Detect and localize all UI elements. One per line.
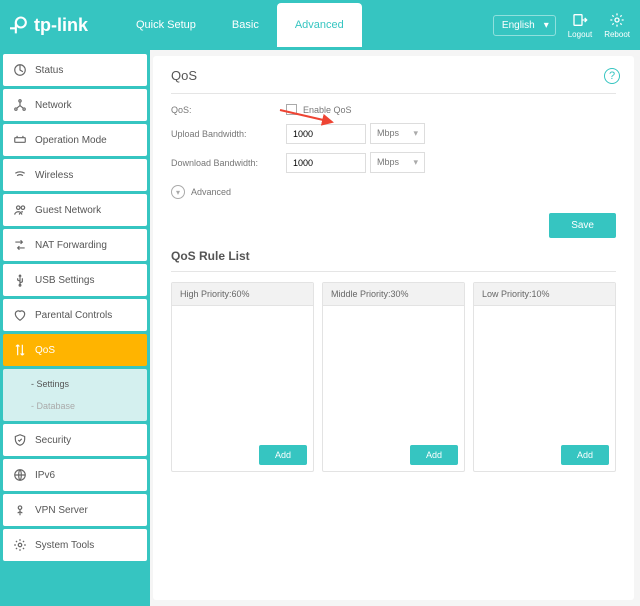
rule-columns: High Priority:60% Add Middle Priority:30… bbox=[171, 282, 616, 472]
parental-icon bbox=[13, 308, 27, 322]
sidebar-item-parental-controls[interactable]: Parental Controls bbox=[3, 299, 147, 331]
brand-logo: tp-link bbox=[10, 15, 88, 36]
sidebar-item-ipv6[interactable]: IPv6 bbox=[3, 459, 147, 491]
sidebar-subitems: - Settings - Database bbox=[3, 369, 147, 421]
qos-label: QoS: bbox=[171, 105, 286, 115]
tab-basic[interactable]: Basic bbox=[214, 3, 277, 47]
sidebar-subitem-database[interactable]: - Database bbox=[3, 395, 147, 417]
brand-text: tp-link bbox=[34, 15, 88, 36]
tab-advanced[interactable]: Advanced bbox=[277, 3, 362, 47]
network-icon bbox=[13, 98, 27, 112]
sidebar-item-system-tools[interactable]: System Tools bbox=[3, 529, 147, 561]
sidebar-item-status[interactable]: Status bbox=[3, 54, 147, 86]
language-select[interactable]: English bbox=[493, 15, 556, 36]
sidebar-item-security[interactable]: Security bbox=[3, 424, 147, 456]
upload-label: Upload Bandwidth: bbox=[171, 129, 286, 139]
header-right: English Logout Reboot bbox=[493, 12, 630, 39]
rule-body-high bbox=[172, 306, 313, 439]
advanced-toggle[interactable]: ▾ Advanced bbox=[171, 185, 616, 199]
header: tp-link Quick Setup Basic Advanced Engli… bbox=[0, 0, 640, 50]
sidebar-item-nat-forwarding[interactable]: NAT Forwarding bbox=[3, 229, 147, 261]
sidebar-item-network[interactable]: Network bbox=[3, 89, 147, 121]
rule-head-high: High Priority:60% bbox=[172, 283, 313, 306]
help-icon[interactable]: ? bbox=[604, 68, 620, 84]
sidebar: Status Network Operation Mode Wireless G… bbox=[0, 50, 150, 606]
sidebar-subitem-settings[interactable]: - Settings bbox=[3, 373, 147, 395]
annotation-arrow bbox=[278, 106, 338, 126]
sidebar-item-usb-settings[interactable]: USB Settings bbox=[3, 264, 147, 296]
divider bbox=[171, 93, 616, 94]
sidebar-item-qos[interactable]: QoS bbox=[3, 334, 147, 366]
upload-bandwidth-input[interactable] bbox=[286, 124, 366, 144]
reboot-icon bbox=[609, 12, 625, 28]
nav-tabs: Quick Setup Basic Advanced bbox=[118, 3, 362, 47]
tplink-logo-icon bbox=[10, 15, 30, 35]
download-bandwidth-input[interactable] bbox=[286, 153, 366, 173]
guest-icon bbox=[13, 203, 27, 217]
nat-icon bbox=[13, 238, 27, 252]
wireless-icon bbox=[13, 168, 27, 182]
system-icon bbox=[13, 538, 27, 552]
rule-body-middle bbox=[323, 306, 464, 439]
rule-list-title: QoS Rule List bbox=[171, 249, 616, 263]
rule-col-middle: Middle Priority:30% Add bbox=[322, 282, 465, 472]
rule-head-middle: Middle Priority:30% bbox=[323, 283, 464, 306]
rule-head-low: Low Priority:10% bbox=[474, 283, 615, 306]
download-unit-select[interactable]: Mbps bbox=[370, 152, 425, 173]
usb-icon bbox=[13, 273, 27, 287]
rule-col-low: Low Priority:10% Add bbox=[473, 282, 616, 472]
sidebar-item-wireless[interactable]: Wireless bbox=[3, 159, 147, 191]
tab-quick-setup[interactable]: Quick Setup bbox=[118, 3, 214, 47]
download-label: Download Bandwidth: bbox=[171, 158, 286, 168]
save-button[interactable]: Save bbox=[549, 213, 616, 238]
reboot-button[interactable]: Reboot bbox=[604, 12, 630, 39]
divider bbox=[171, 271, 616, 272]
sidebar-item-guest-network[interactable]: Guest Network bbox=[3, 194, 147, 226]
page-title: QoS bbox=[171, 68, 616, 83]
opmode-icon bbox=[13, 133, 27, 147]
vpn-icon bbox=[13, 503, 27, 517]
rule-body-low bbox=[474, 306, 615, 439]
ipv6-icon bbox=[13, 468, 27, 482]
add-button-middle[interactable]: Add bbox=[410, 445, 458, 465]
sidebar-item-operation-mode[interactable]: Operation Mode bbox=[3, 124, 147, 156]
rule-col-high: High Priority:60% Add bbox=[171, 282, 314, 472]
sidebar-item-vpn-server[interactable]: VPN Server bbox=[3, 494, 147, 526]
add-button-high[interactable]: Add bbox=[259, 445, 307, 465]
chevron-down-icon: ▾ bbox=[171, 185, 185, 199]
main-panel: ? QoS QoS: Enable QoS Upload Bandwidth: … bbox=[153, 56, 634, 600]
logout-button[interactable]: Logout bbox=[568, 12, 592, 39]
qos-icon bbox=[13, 343, 27, 357]
add-button-low[interactable]: Add bbox=[561, 445, 609, 465]
security-icon bbox=[13, 433, 27, 447]
logout-icon bbox=[572, 12, 588, 28]
upload-unit-select[interactable]: Mbps bbox=[370, 123, 425, 144]
status-icon bbox=[13, 63, 27, 77]
